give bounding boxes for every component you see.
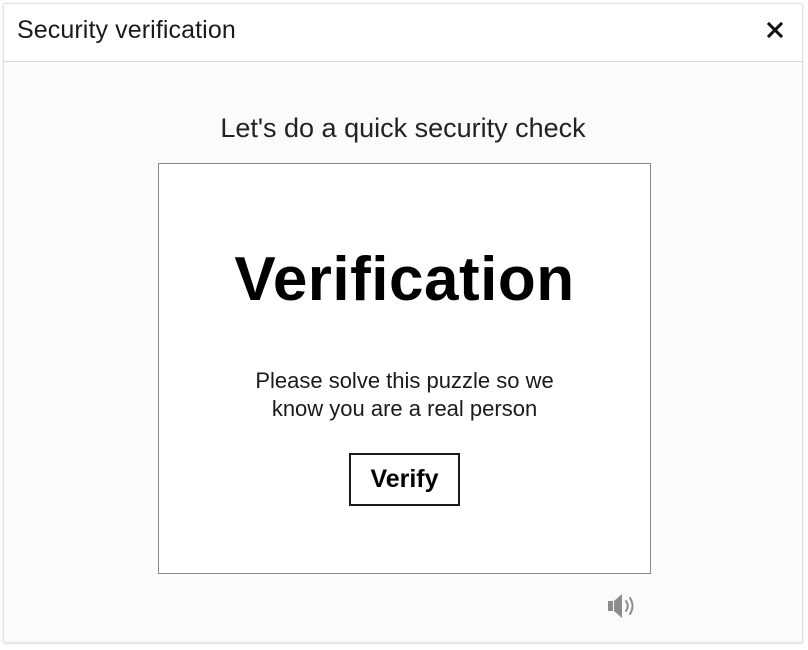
challenge-frame: Verification Please solve this puzzle so…	[158, 163, 651, 574]
dialog-header: Security verification	[4, 4, 802, 62]
verify-button[interactable]: Verify	[349, 453, 460, 506]
verification-heading: Verification	[234, 245, 575, 314]
verification-description: Please solve this puzzle so we know you …	[159, 367, 650, 423]
close-icon	[766, 21, 784, 39]
security-verification-dialog: Security verification Let's do a quick s…	[3, 3, 803, 643]
description-line-1: Please solve this puzzle so we	[255, 368, 554, 393]
description-line-2: know you are a real person	[271, 396, 538, 421]
speaker-audio-icon	[608, 594, 634, 618]
challenge-subtitle: Let's do a quick security check	[220, 113, 586, 143]
audio-challenge-button[interactable]	[606, 591, 640, 621]
dialog-body: Let's do a quick security check Verifica…	[4, 62, 802, 644]
close-button[interactable]	[760, 15, 790, 45]
dialog-title: Security verification	[17, 16, 236, 44]
